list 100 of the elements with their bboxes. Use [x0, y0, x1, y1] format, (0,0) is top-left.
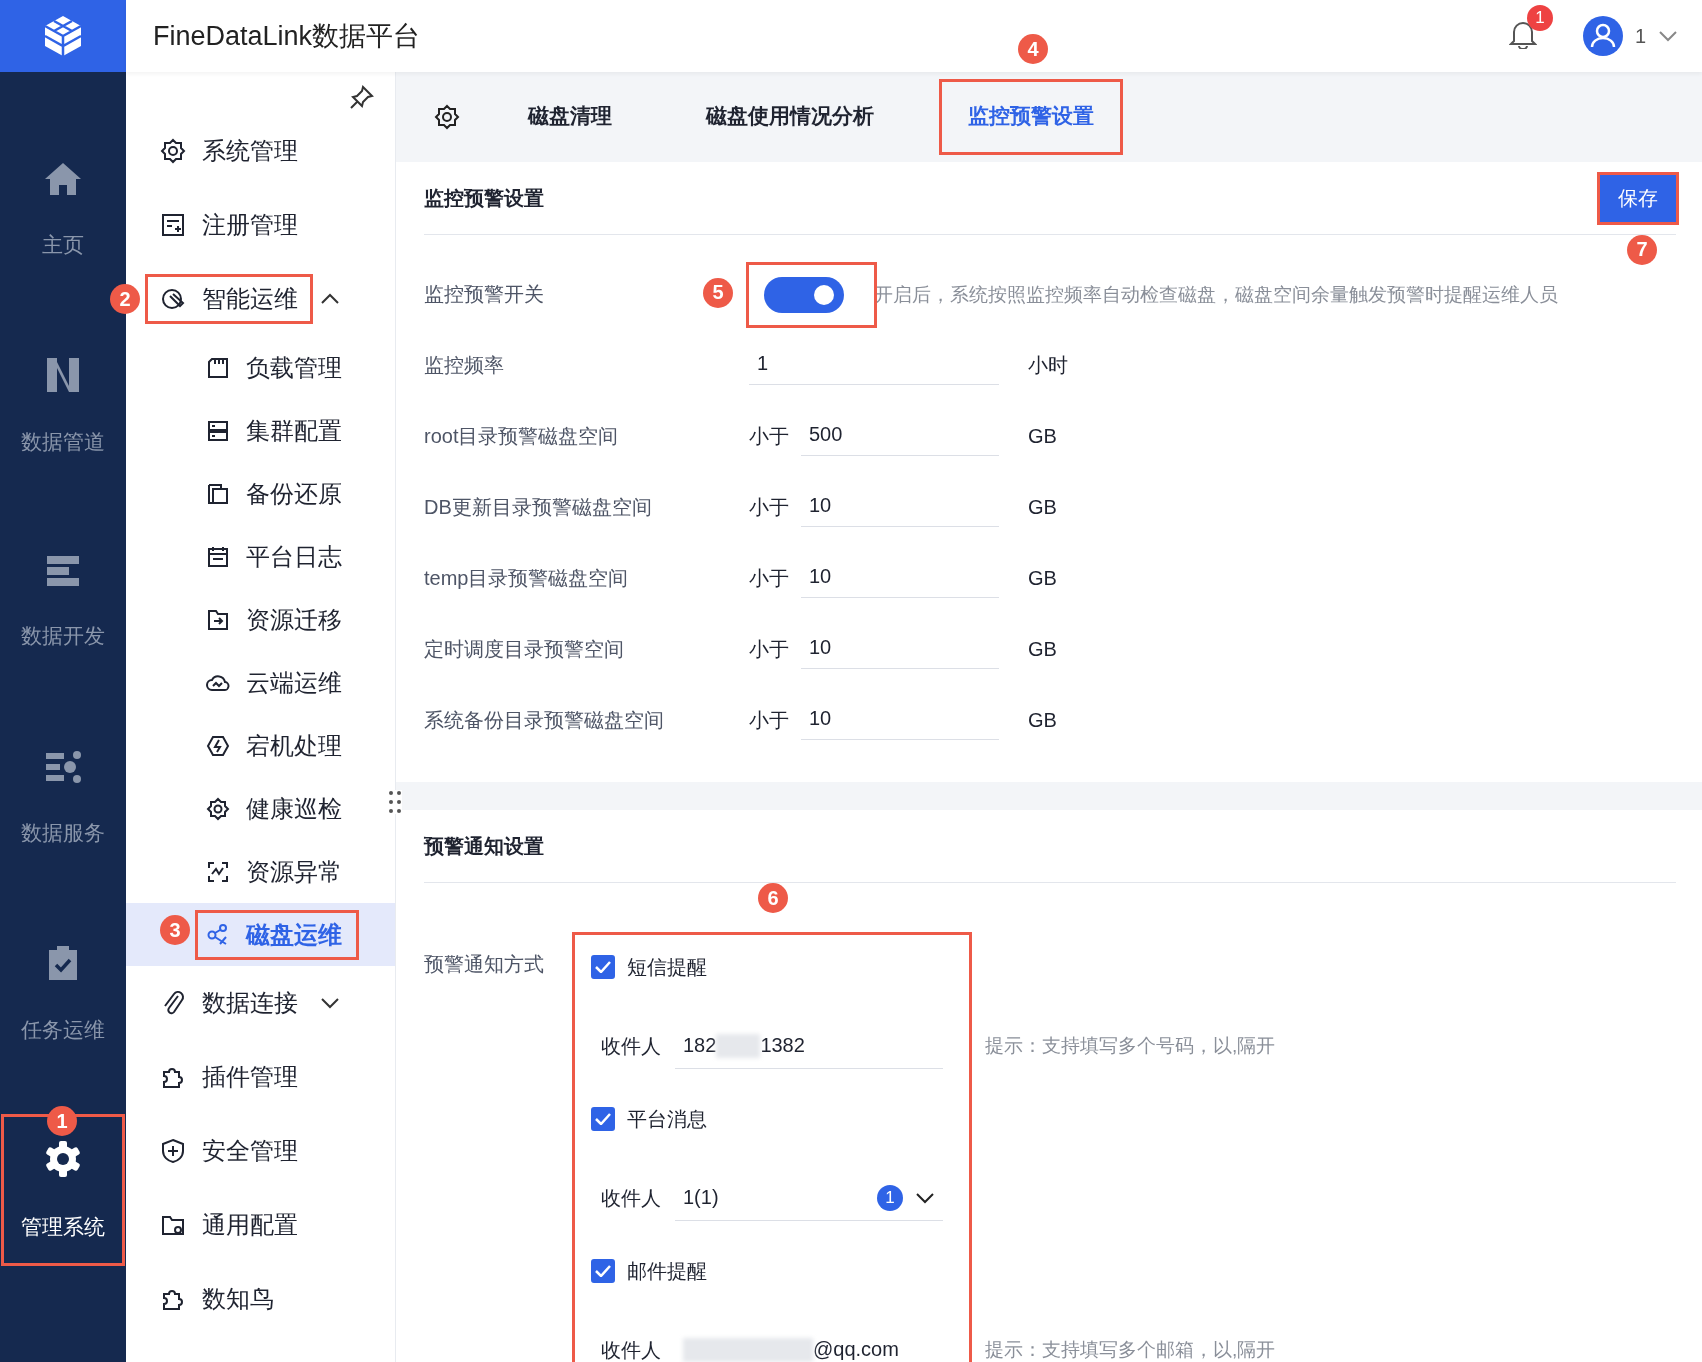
recipient-label: 收件人: [601, 1185, 662, 1211]
comparison-label: 小于: [749, 637, 789, 662]
nav-rail-item[interactable]: 数据开发: [4, 532, 122, 672]
checkmark-icon: [595, 1113, 611, 1125]
backup-icon: [206, 481, 230, 506]
service-icon: [44, 749, 82, 785]
submenu-item[interactable]: 平台日志: [198, 534, 356, 579]
chevron-icon[interactable]: [320, 293, 340, 305]
chevron-icon[interactable]: [320, 997, 340, 1009]
callout-badge: 6: [758, 883, 788, 913]
option-label: 邮件提醒: [627, 1258, 707, 1284]
submenu-item[interactable]: 备份还原: [198, 471, 356, 516]
nav-rail-item[interactable]: 数据服务: [4, 727, 122, 869]
field-label: 监控频率: [424, 353, 505, 378]
menu-item[interactable]: 通用配置: [148, 1203, 310, 1247]
callout-badge: 7: [1627, 234, 1657, 265]
checkbox[interactable]: [591, 1107, 615, 1131]
menu-item[interactable]: 数知鸟: [148, 1277, 286, 1321]
save-button[interactable]: 保存: [1600, 174, 1676, 222]
unit-label: GB: [1028, 567, 1057, 590]
input-field[interactable]: 10: [801, 701, 999, 740]
nav-rail-item[interactable]: 任务运维: [4, 922, 122, 1066]
logo-tile[interactable]: [0, 0, 126, 72]
recipient-select[interactable]: 1(1) 1: [675, 1175, 943, 1221]
gear-icon: [206, 796, 230, 821]
calendar-icon: [206, 544, 230, 569]
field-label: 定时调度目录预警空间: [424, 637, 625, 662]
comparison-label: 小于: [749, 495, 789, 520]
list-icon: [206, 418, 230, 443]
menu-item[interactable]: 智能运维: [148, 277, 310, 321]
count-badge: 1: [877, 1184, 903, 1211]
recipient-label: 收件人: [601, 1337, 662, 1362]
recipient-field[interactable]: 182 1382: [675, 1023, 943, 1069]
callout-badge: 5: [703, 277, 733, 308]
tab[interactable]: 磁盘清理: [502, 82, 638, 152]
menu-item[interactable]: 插件管理: [148, 1055, 310, 1099]
export-icon: [206, 607, 230, 632]
checkbox[interactable]: [591, 1259, 615, 1283]
bell-icon[interactable]: [1508, 19, 1537, 49]
shield-icon: [160, 1138, 186, 1164]
chevron-down-icon[interactable]: [1658, 30, 1678, 42]
tab[interactable]: 磁盘使用情况分析: [680, 82, 900, 152]
nav-rail-item[interactable]: 数据管道: [4, 334, 122, 478]
input-field[interactable]: 10: [801, 559, 999, 598]
input-field[interactable]: 10: [801, 488, 999, 527]
clipboard-check-icon: [47, 944, 79, 982]
submenu-item[interactable]: 集群配置: [198, 408, 356, 453]
stack-icon: [45, 554, 81, 588]
pin-icon[interactable]: [349, 84, 375, 110]
recipient-field[interactable]: @qq.com: [675, 1327, 943, 1362]
input-field[interactable]: 1: [749, 346, 999, 385]
nodes-icon: [206, 922, 230, 947]
gear-icon: [160, 138, 186, 164]
comparison-label: 小于: [749, 566, 789, 591]
card-icon: [206, 355, 230, 380]
toggle-switch[interactable]: [764, 276, 844, 313]
submenu-item[interactable]: 资源迁移: [198, 597, 356, 642]
settings-icon: [43, 1139, 83, 1179]
menu-item[interactable]: 注册管理: [148, 203, 310, 247]
nav-rail-item[interactable]: 主页: [4, 139, 122, 281]
hint-text: 提示：支持填写多个邮箱，以,隔开: [985, 1338, 1276, 1362]
checkmark-icon: [595, 1265, 611, 1277]
submenu-item[interactable]: 健康巡检: [198, 786, 356, 831]
menu-item[interactable]: 数据连接: [148, 981, 310, 1025]
field-label: 预警通知方式: [424, 952, 545, 977]
avatar-icon[interactable]: [1582, 16, 1623, 56]
tab[interactable]: 监控预警设置: [942, 82, 1120, 152]
submenu-item[interactable]: 负载管理: [198, 345, 356, 390]
home-icon: [44, 161, 82, 197]
user-name[interactable]: 1: [1634, 24, 1646, 48]
unit-label: GB: [1028, 709, 1057, 732]
checkbox[interactable]: [591, 955, 615, 979]
callout-badge: 2: [110, 284, 140, 314]
settings-icon[interactable]: [434, 104, 460, 130]
section-title: 预警通知设置: [424, 833, 544, 859]
callout-badge: 1: [47, 1106, 77, 1136]
submenu-item[interactable]: 云端运维: [198, 660, 356, 705]
comparison-label: 小于: [749, 708, 789, 733]
menu-item[interactable]: 安全管理: [148, 1129, 310, 1173]
submenu-item[interactable]: 资源异常: [198, 849, 356, 894]
app-title: FineDataLink数据平台: [153, 20, 421, 53]
hint-text: 提示：支持填写多个号码，以,隔开: [985, 1034, 1276, 1058]
unit-label: 小时: [1028, 353, 1068, 378]
option-label: 短信提醒: [627, 954, 707, 980]
chevron-down-icon: [915, 1191, 935, 1204]
drag-handle-icon[interactable]: [388, 790, 402, 814]
callout-badge: 3: [160, 915, 190, 945]
option-label: 平台消息: [627, 1106, 707, 1132]
input-field[interactable]: 500: [801, 417, 999, 456]
checkmark-icon: [595, 961, 611, 973]
unit-label: GB: [1028, 638, 1057, 661]
field-label: temp目录预警磁盘空间: [424, 566, 630, 591]
recipient-label: 收件人: [601, 1033, 662, 1059]
field-label: DB更新目录预警磁盘空间: [424, 495, 653, 520]
notification-count: 1: [1526, 5, 1553, 31]
section-title: 监控预警设置: [424, 185, 544, 211]
menu-item[interactable]: 系统管理: [148, 129, 310, 173]
field-label: 系统备份目录预警磁盘空间: [424, 708, 665, 733]
input-field[interactable]: 10: [801, 630, 999, 669]
submenu-item[interactable]: 宕机处理: [198, 723, 356, 768]
